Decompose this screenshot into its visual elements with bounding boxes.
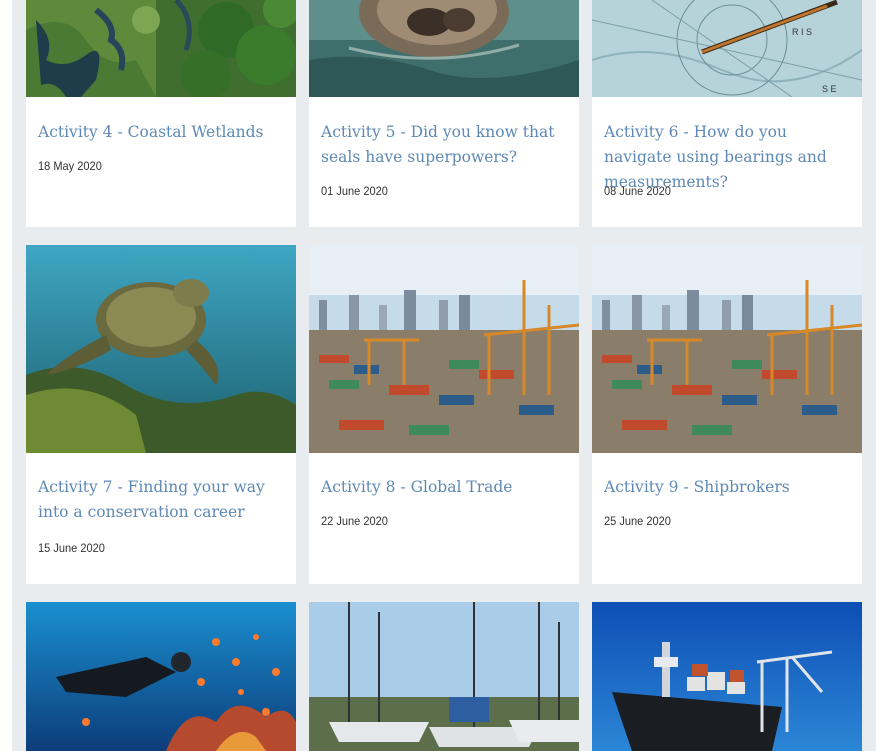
activities-grid: Activity 4 - Coastal Wetlands 18 May 202… xyxy=(12,0,876,751)
activity-card[interactable]: Activity 8 - Global Trade 22 June 2020 xyxy=(309,245,579,584)
activity-card[interactable]: Activity 9 - Shipbrokers 25 June 2020 xyxy=(592,245,862,584)
seal-image[interactable] xyxy=(309,0,579,97)
container-port-image[interactable] xyxy=(309,245,579,453)
activity-title-link[interactable]: Activity 4 - Coastal Wetlands xyxy=(38,120,284,145)
activity-date: 25 June 2020 xyxy=(604,514,671,528)
svg-text:R I S: R I S xyxy=(792,27,812,37)
nautical-chart-image[interactable]: R I S S E xyxy=(592,0,862,97)
activity-date: 22 June 2020 xyxy=(321,514,388,528)
activity-title-link[interactable]: Activity 5 - Did you know that seals hav… xyxy=(321,120,567,170)
activity-card[interactable]: Activity 7 - Finding your way into a con… xyxy=(26,245,296,584)
activity-date: 15 June 2020 xyxy=(38,541,105,555)
activity-card[interactable] xyxy=(309,602,579,751)
container-port-image[interactable] xyxy=(592,245,862,453)
activity-card[interactable]: R I S S E Activity 6 - How do you naviga… xyxy=(592,0,862,227)
sea-turtle-image[interactable] xyxy=(26,245,296,453)
activity-title-link[interactable]: Activity 9 - Shipbrokers xyxy=(604,475,850,500)
cargo-ship-image[interactable] xyxy=(592,602,862,751)
activity-date: 01 June 2020 xyxy=(321,184,388,198)
activity-title-link[interactable]: Activity 7 - Finding your way into a con… xyxy=(38,475,284,525)
activity-card[interactable] xyxy=(592,602,862,751)
svg-text:S E: S E xyxy=(822,84,837,94)
activity-card[interactable]: Activity 5 - Did you know that seals hav… xyxy=(309,0,579,227)
activity-title-link[interactable]: Activity 8 - Global Trade xyxy=(321,475,567,500)
activity-card[interactable]: Activity 4 - Coastal Wetlands 18 May 202… xyxy=(26,0,296,227)
activity-date: 08 June 2020 xyxy=(604,184,671,198)
coastal-wetlands-image[interactable] xyxy=(26,0,296,97)
marina-sailboats-image[interactable] xyxy=(309,602,579,751)
activity-date: 18 May 2020 xyxy=(38,159,102,173)
scuba-diver-image[interactable] xyxy=(26,602,296,751)
activity-card[interactable] xyxy=(26,602,296,751)
